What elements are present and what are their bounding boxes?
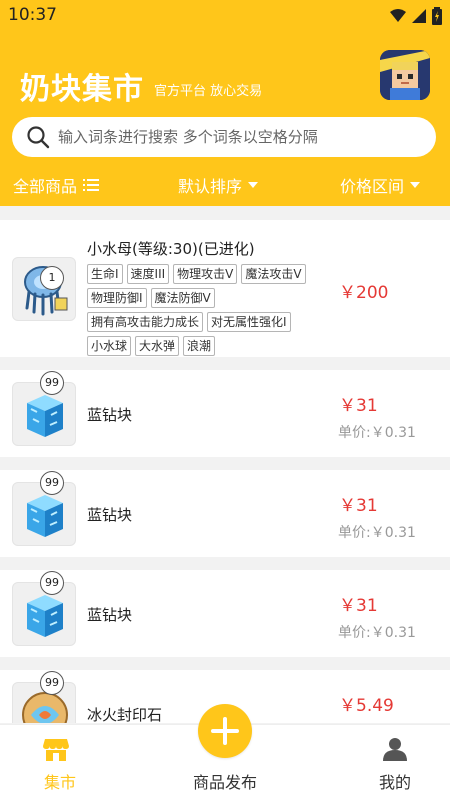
product-price: ￥31 — [339, 596, 378, 616]
user-icon — [383, 738, 407, 761]
shop-icon — [43, 739, 69, 761]
blue-diamond-block-icon — [27, 395, 63, 437]
nav-publish-label: 商品发布 — [192, 773, 257, 792]
avatar[interactable] — [380, 50, 430, 100]
product-price: ￥200 — [339, 283, 389, 303]
status-bar: 10:37 — [0, 0, 450, 32]
caret-down-icon — [248, 182, 259, 188]
attribute-tag: 魔法防御V — [150, 288, 215, 308]
search-bar[interactable] — [12, 117, 436, 157]
attribute-tag: 对无属性强化I — [207, 312, 291, 332]
nav-mine[interactable]: 我的 — [335, 725, 450, 800]
product-name: 蓝钻块 — [87, 506, 133, 524]
status-icons — [390, 7, 442, 25]
app-subtitle: 官方平台 放心交易 — [154, 84, 263, 99]
attribute-tag: 生命I — [87, 264, 123, 284]
battery-icon — [432, 7, 442, 25]
product-list: 1 小水母(等级:30)(已进化) 生命I 速度III 物理攻击V 魔法攻击V … — [0, 210, 450, 723]
wifi-icon — [390, 9, 406, 22]
filter-price-range[interactable]: 价格区间 — [340, 173, 421, 197]
plus-icon — [211, 717, 239, 745]
filter-all-label: 全部商品 — [13, 177, 78, 196]
attribute-tags: 生命I 速度III 物理攻击V 魔法攻击V 物理防御I 魔法防御V 拥有高攻击能… — [87, 264, 327, 356]
search-icon — [27, 126, 50, 149]
product-card[interactable]: 99 蓝钻块 ￥31 单价:￥0.31 — [0, 570, 450, 657]
product-name: 蓝钻块 — [87, 406, 133, 424]
signal-icon — [412, 9, 426, 23]
product-thumbnail — [12, 257, 76, 321]
product-price: ￥31 — [339, 396, 378, 416]
status-time: 10:37 — [8, 5, 57, 25]
list-icon — [83, 179, 100, 191]
nav-mine-label: 我的 — [378, 773, 411, 792]
nav-market-label: 集市 — [43, 773, 76, 792]
attribute-tag: 物理防御I — [87, 288, 147, 308]
caret-down-icon — [410, 182, 421, 188]
filter-sort[interactable]: 默认排序 — [178, 173, 259, 197]
filter-all-products[interactable]: 全部商品 — [13, 173, 100, 197]
quantity-badge: 99 — [40, 471, 64, 495]
blue-diamond-block-icon — [27, 495, 63, 537]
unit-price: 单价:￥0.31 — [338, 525, 416, 541]
player-avatar-icon — [380, 50, 430, 100]
attribute-tag: 拥有高攻击能力成长 — [87, 312, 204, 332]
product-card[interactable]: 1 小水母(等级:30)(已进化) 生命I 速度III 物理攻击V 魔法攻击V … — [0, 220, 450, 357]
attribute-tag: 速度III — [126, 264, 170, 284]
attribute-tag: 大水弹 — [135, 336, 180, 356]
quantity-badge: 1 — [40, 266, 64, 290]
attribute-tag: 浪潮 — [183, 336, 216, 356]
product-name: 小水母(等级:30)(已进化) — [87, 240, 255, 258]
product-name: 冰火封印石 — [87, 706, 163, 723]
unit-price: 单价:￥0.31 — [338, 425, 416, 441]
product-name: 蓝钻块 — [87, 606, 133, 624]
product-card[interactable]: 99 蓝钻块 ￥31 单价:￥0.31 — [0, 370, 450, 457]
app-header: 10:37 奶块集市 官方平台 放心交易 全部商品 — [0, 0, 450, 206]
attribute-tag: 物理攻击V — [173, 264, 238, 284]
attribute-tag: 魔法攻击V — [241, 264, 306, 284]
product-price: ￥31 — [339, 496, 378, 516]
search-input[interactable] — [58, 117, 428, 157]
filter-price-label: 价格区间 — [340, 177, 405, 196]
nav-market[interactable]: 集市 — [0, 725, 120, 800]
product-price: ￥5.49 — [339, 696, 394, 716]
product-card[interactable]: 99 蓝钻块 ￥31 单价:￥0.31 — [0, 470, 450, 557]
unit-price: 单价:￥0.31 — [338, 625, 416, 641]
blue-diamond-block-icon — [27, 595, 63, 637]
app-title: 奶块集市 — [20, 72, 144, 107]
attribute-tag: 小水球 — [87, 336, 132, 356]
quantity-badge: 99 — [40, 571, 64, 595]
quantity-badge: 99 — [40, 671, 64, 695]
quantity-badge: 99 — [40, 371, 64, 395]
filter-bar: 全部商品 默认排序 价格区间 — [0, 170, 450, 200]
filter-sort-label: 默认排序 — [178, 177, 243, 196]
publish-fab-button[interactable] — [198, 704, 252, 758]
